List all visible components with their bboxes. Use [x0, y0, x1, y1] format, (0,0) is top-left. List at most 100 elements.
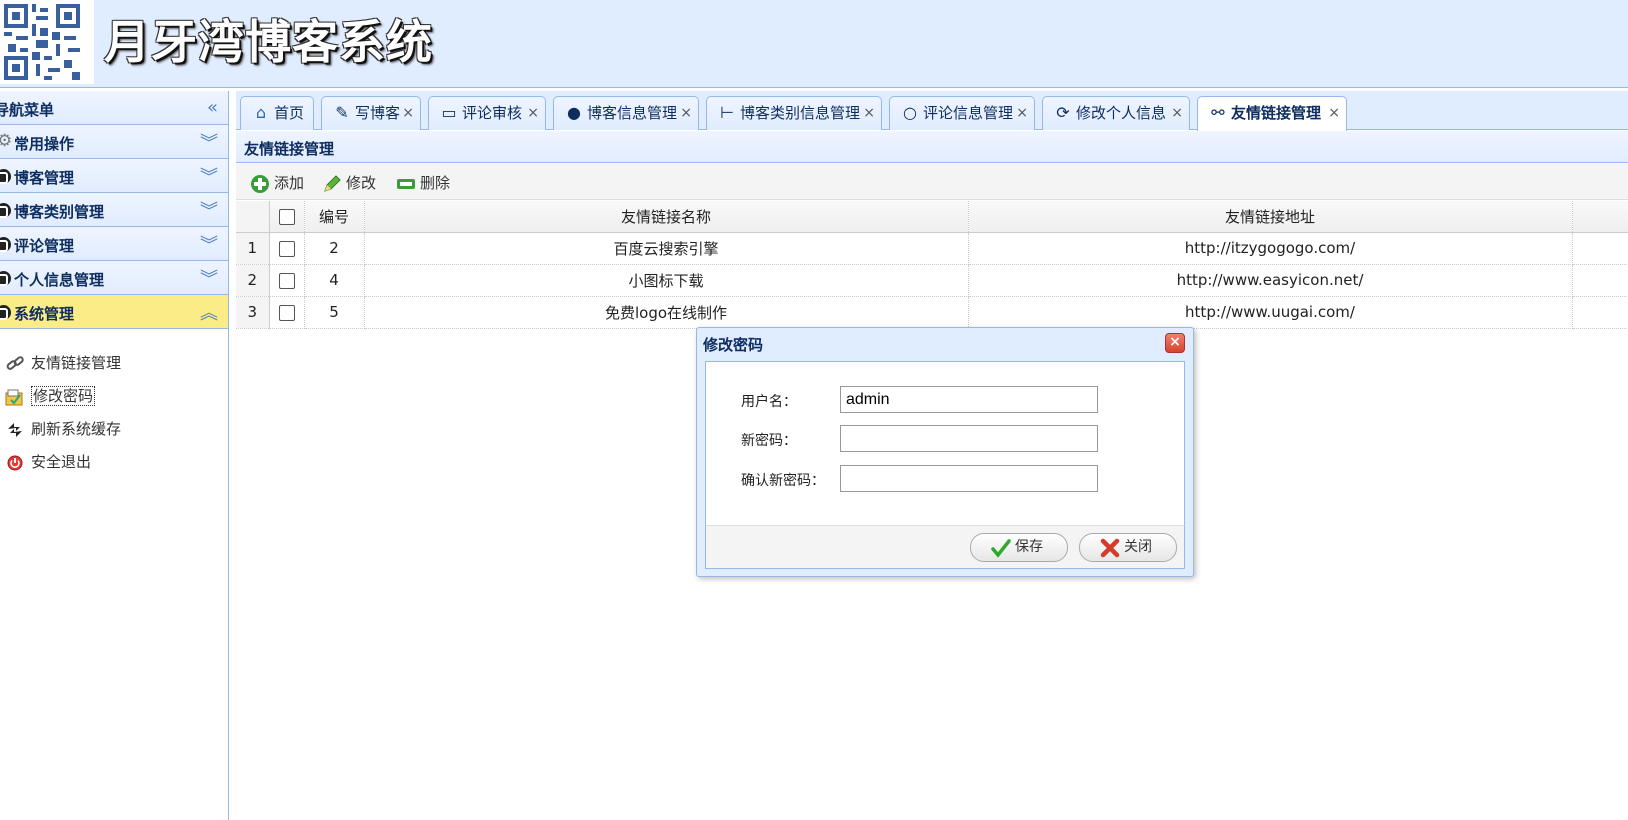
tabs-bar: ⌂ 首页 ✎ 写博客 × ▭ 评论审核 × ● 博客信息管理 × ⊢ 博客类别信息管理 ×…	[236, 91, 1628, 131]
tree-icon: ⊢	[720, 103, 734, 122]
tab-blog-info[interactable]: ● 博客信息管理 ×	[553, 96, 699, 130]
pencil-icon	[324, 175, 341, 192]
accordion-label: 个人信息管理	[14, 271, 105, 289]
blog-icon	[0, 237, 11, 252]
tab-label: 博客信息管理	[587, 104, 678, 122]
accordion-label: 常用操作	[14, 135, 75, 153]
tab-comment-review[interactable]: ▭ 评论审核 ×	[428, 96, 546, 130]
cell-url: http://www.easyicon.net/	[968, 264, 1573, 297]
save-button[interactable]: 保存	[970, 533, 1068, 562]
panel-title: 友情链接管理	[244, 140, 335, 158]
edit-label: 修改	[346, 174, 377, 192]
row-checkbox[interactable]	[278, 304, 295, 321]
dialog-footer: 保存 关闭	[705, 525, 1185, 569]
cell-url: http://www.uugai.com/	[968, 296, 1573, 329]
confirm-password-field[interactable]	[840, 465, 1098, 492]
tab-label: 写博客	[355, 104, 401, 122]
tab-comment-info[interactable]: ○ 评论信息管理 ×	[889, 96, 1035, 130]
confirm-password-label: 确认新密码：	[741, 473, 825, 489]
table-row[interactable]: 3 5 免费logo在线制作 http://www.uugai.com/	[236, 296, 1628, 329]
exit-icon	[7, 455, 23, 471]
row-number: 3	[236, 296, 270, 329]
tab-write-blog[interactable]: ✎ 写博客 ×	[321, 96, 421, 130]
close-icon[interactable]: ×	[402, 97, 414, 129]
collapse-left-icon[interactable]: «	[207, 97, 218, 118]
cell-name: 百度云搜索引擎	[364, 232, 969, 265]
tab-personal-info[interactable]: ⟳ 修改个人信息 ×	[1042, 96, 1190, 130]
close-icon[interactable]: ×	[1171, 97, 1183, 129]
row-number-header	[236, 201, 270, 233]
menu-item-label: 刷新系统缓存	[31, 420, 122, 438]
add-button[interactable]: 添加	[248, 172, 304, 194]
tab-label: 首页	[274, 104, 305, 122]
comment-icon: ○	[903, 103, 917, 122]
tab-friend-links[interactable]: ⚯ 友情链接管理 ×	[1197, 96, 1347, 131]
username-field[interactable]	[840, 386, 1098, 413]
remove-icon	[397, 179, 415, 189]
tab-home[interactable]: ⌂ 首页	[240, 96, 314, 130]
row-checkbox[interactable]	[278, 240, 295, 257]
accordion-blog-type[interactable]: 博客类别管理 ︾	[0, 193, 228, 227]
close-icon[interactable]: ×	[527, 97, 539, 129]
accordion-common[interactable]: ⚙ 常用操作 ︾	[0, 125, 228, 159]
menu-item-logout[interactable]: 安全退出	[0, 446, 228, 479]
panel-header: 友情链接管理	[236, 131, 1628, 163]
tab-label: 修改个人信息	[1076, 104, 1167, 122]
accordion-personal[interactable]: 个人信息管理 ︾	[0, 261, 228, 295]
close-icon[interactable]: ×	[1328, 97, 1340, 129]
table-row[interactable]: 2 4 小图标下载 http://www.easyicon.net/	[236, 264, 1628, 297]
close-icon[interactable]: ×	[1016, 97, 1028, 129]
select-all-cell	[269, 201, 305, 233]
cell-name: 小图标下载	[364, 264, 969, 297]
chevron-down-icon: ︾	[200, 235, 218, 256]
table-header-row: 编号 友情链接名称 友情链接地址	[236, 201, 1628, 233]
new-password-row: 新密码：	[706, 425, 1186, 453]
accordion-comment[interactable]: 评论管理 ︾	[0, 227, 228, 261]
accordion-label: 博客管理	[14, 169, 75, 187]
table-row[interactable]: 1 2 百度云搜索引擎 http://itzygogogo.com/	[236, 232, 1628, 265]
sidebar-header: 导航菜单 «	[0, 91, 228, 125]
cross-icon	[1100, 538, 1120, 558]
accordion-label: 评论管理	[14, 237, 75, 255]
password-icon	[5, 389, 23, 406]
menu-item-links[interactable]: 友情链接管理	[0, 347, 228, 380]
menu-item-change-password[interactable]: 修改密码	[0, 380, 228, 413]
cell-id: 2	[304, 232, 365, 265]
row-select-cell	[269, 264, 305, 297]
row-select-cell	[269, 232, 305, 265]
cell-filler	[1572, 296, 1628, 329]
tab-blog-type-info[interactable]: ⊢ 博客类别信息管理 ×	[706, 96, 882, 130]
row-checkbox[interactable]	[278, 272, 295, 289]
column-header-name[interactable]: 友情链接名称	[364, 201, 969, 233]
accordion-system[interactable]: 系统管理 ︽	[0, 295, 228, 329]
accordion-label: 博客类别管理	[14, 203, 105, 221]
delete-button[interactable]: 删除	[394, 172, 450, 194]
dialog-close-icon[interactable]: ×	[1165, 333, 1185, 353]
delete-label: 删除	[420, 174, 451, 192]
system-menu-list: 友情链接管理 修改密码 刷新系统缓存 安全退出	[0, 329, 228, 479]
blog-icon	[0, 203, 11, 218]
username-label: 用户名：	[741, 394, 797, 410]
refresh-icon	[8, 423, 22, 437]
cell-filler	[1572, 264, 1628, 297]
menu-item-refresh-cache[interactable]: 刷新系统缓存	[0, 413, 228, 446]
add-label: 添加	[274, 174, 305, 192]
accordion-blog[interactable]: 博客管理 ︾	[0, 159, 228, 193]
add-icon	[251, 175, 269, 193]
new-password-field[interactable]	[840, 425, 1098, 452]
close-button[interactable]: 关闭	[1079, 533, 1177, 562]
column-header-url[interactable]: 友情链接地址	[968, 201, 1573, 233]
menu-item-label: 修改密码	[31, 386, 96, 406]
close-icon[interactable]: ×	[863, 97, 875, 129]
chevron-down-icon: ︾	[200, 133, 218, 154]
column-header-id[interactable]: 编号	[304, 201, 365, 233]
tab-label: 博客类别信息管理	[740, 104, 861, 122]
tab-label: 评论信息管理	[923, 104, 1014, 122]
close-icon[interactable]: ×	[680, 97, 692, 129]
edit-button[interactable]: 修改	[320, 172, 376, 194]
select-all-checkbox[interactable]	[278, 208, 295, 225]
toolbar: 添加 修改 删除	[236, 164, 1628, 200]
blog-icon	[0, 305, 11, 320]
sidebar: 导航菜单 « ⚙ 常用操作 ︾ 博客管理 ︾ 博客类别管理 ︾ 评论管理 ︾ 个…	[0, 91, 229, 820]
cell-name: 免费logo在线制作	[364, 296, 969, 329]
